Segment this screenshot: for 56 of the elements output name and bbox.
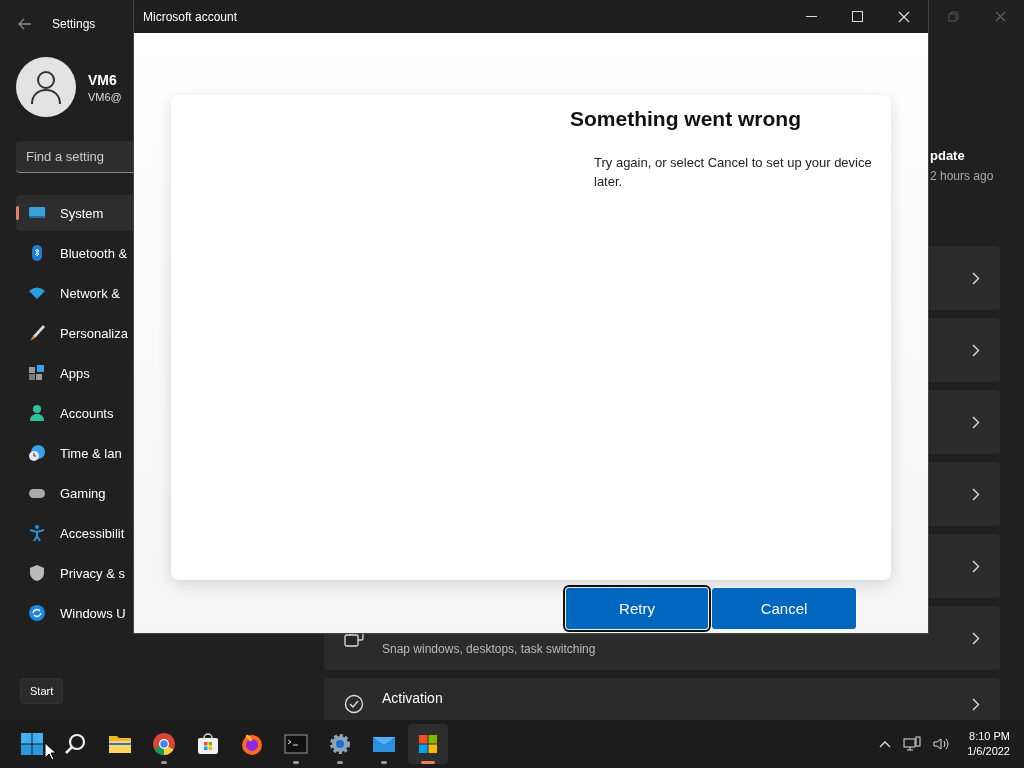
chevron-right-icon [972, 343, 980, 357]
nav-item[interactable]: Windows U [16, 595, 312, 631]
update-title: pdate [930, 148, 966, 163]
browser-icon [152, 732, 176, 756]
update-time: 2 hours ago [930, 169, 995, 183]
chevron-right-icon [972, 697, 980, 711]
tooltip: Start [20, 678, 64, 704]
dialog-button[interactable]: Cancel [712, 588, 856, 629]
nav-item[interactable]: Network & [16, 275, 312, 311]
chevron-right-icon [972, 487, 980, 501]
nav-item[interactable]: Time & lan [16, 435, 312, 471]
nav-item[interactable]: Gaming [16, 475, 312, 511]
speaker-icon[interactable] [933, 737, 950, 751]
nav-item[interactable]: Accessibilit [16, 515, 312, 551]
shield-icon [28, 564, 46, 582]
chevron-right-icon [972, 271, 980, 285]
dialog-message: Try again, or select Cancel to set up your device later. [594, 154, 873, 191]
update-icon [28, 604, 46, 622]
nav-item[interactable]: Privacy & s [16, 555, 312, 591]
card-title: Activation [382, 690, 444, 706]
search-icon [64, 732, 88, 756]
card-description: Snap windows, desktops, task switching [382, 642, 597, 656]
check-circle-icon [344, 694, 364, 714]
chevron-right-icon [972, 559, 980, 573]
user-name: VM6 [88, 71, 118, 88]
windows-logo-icon [20, 732, 44, 756]
brush-icon [28, 324, 46, 342]
accessibility-icon [28, 524, 46, 542]
person-icon [28, 404, 46, 422]
settings-icon [328, 732, 352, 756]
clock-icon [28, 444, 46, 462]
terminal-icon [284, 732, 308, 756]
taskbar-button[interactable] [408, 724, 448, 764]
avatar [16, 57, 76, 117]
user-email: VM6@ [88, 90, 122, 103]
nav-item[interactable]: Bluetooth & [16, 235, 312, 271]
nav-item[interactable]: Personaliza [16, 315, 312, 351]
chevron-up-icon[interactable] [879, 740, 892, 748]
tiles-icon [416, 732, 440, 756]
dialog-title: Microsoft account [143, 9, 238, 24]
chevron-right-icon [972, 631, 980, 645]
nav-item[interactable]: Apps [16, 355, 312, 391]
back-arrow-icon[interactable] [18, 18, 32, 30]
settings-card[interactable]: Activation [324, 678, 1000, 720]
mouse-cursor-icon [44, 742, 56, 761]
maximize-icon[interactable] [852, 11, 863, 22]
dialog-button[interactable]: Retry [566, 588, 708, 629]
network-icon[interactable] [903, 736, 922, 752]
shopping-bag-icon [196, 732, 220, 756]
fox-browser-icon [240, 732, 264, 756]
dialog-heading: Something went wrong [570, 107, 802, 131]
nav-item[interactable]: Accounts [16, 395, 312, 431]
app-title: Settings [52, 17, 96, 31]
chevron-right-icon [972, 415, 980, 429]
clock[interactable]: 8:10 PM 1/6/2022 [967, 729, 1010, 759]
apps-icon [28, 364, 46, 382]
